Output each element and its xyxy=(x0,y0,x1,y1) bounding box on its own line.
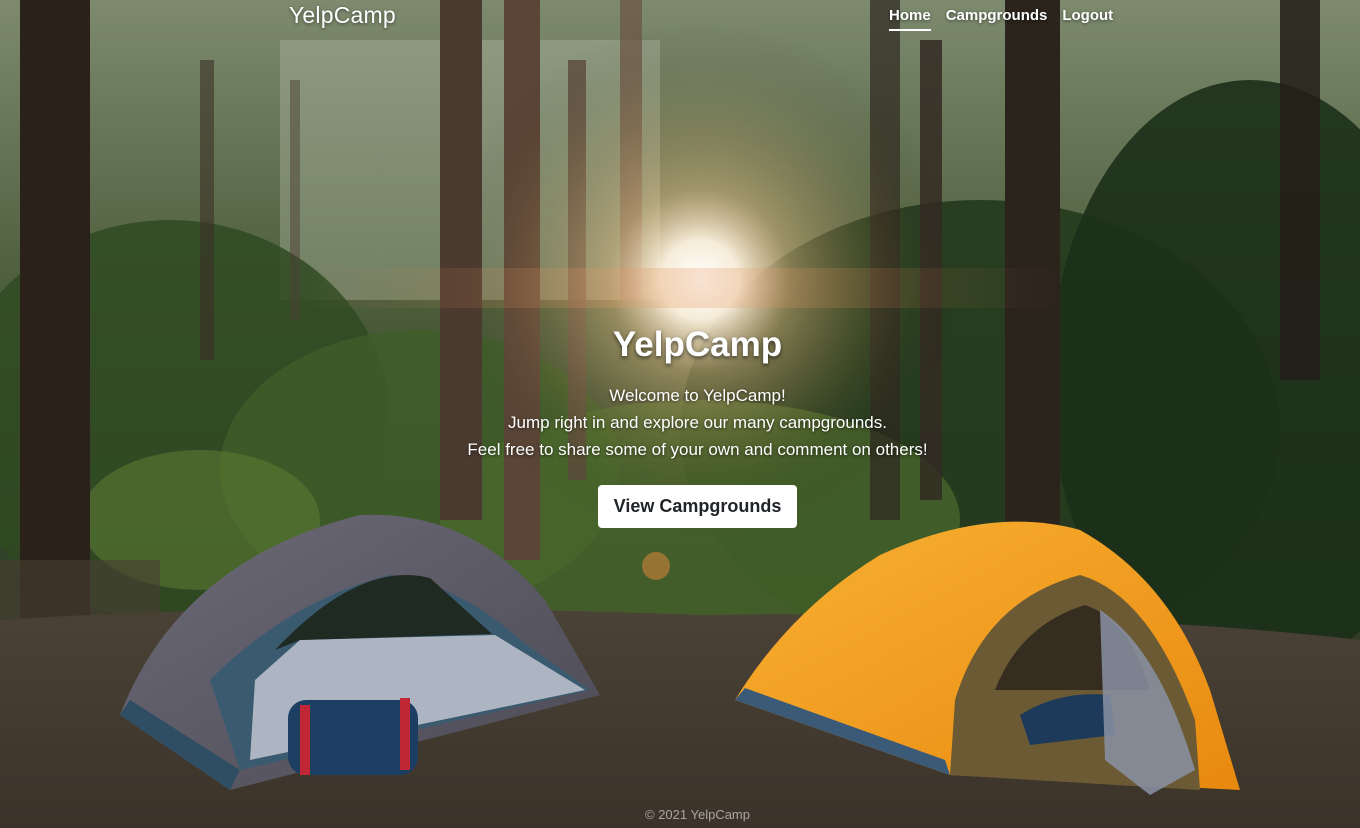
nav-link-home[interactable]: Home xyxy=(889,7,931,31)
view-campgrounds-button[interactable]: View Campgrounds xyxy=(597,485,798,528)
hero-line-welcome: Welcome to YelpCamp! xyxy=(609,386,786,405)
hero-line-share: Feel free to share some of your own and … xyxy=(467,440,928,459)
footer-copyright: © 2021 YelpCamp xyxy=(645,807,750,822)
hero-description: Welcome to YelpCamp! Jump right in and e… xyxy=(0,382,1360,463)
landing-page: YelpCamp Home Campgrounds Logout YelpCam… xyxy=(0,0,1360,828)
top-navbar: YelpCamp Home Campgrounds Logout xyxy=(0,0,1360,34)
brand-logo[interactable]: YelpCamp xyxy=(289,2,396,29)
nav-links: Home Campgrounds Logout xyxy=(889,7,1113,31)
hero-line-explore: Jump right in and explore our many campg… xyxy=(508,413,887,432)
hero-title: YelpCamp xyxy=(612,325,783,364)
nav-link-logout[interactable]: Logout xyxy=(1062,7,1113,31)
hero-section: YelpCamp Welcome to YelpCamp! Jump right… xyxy=(0,322,1360,528)
nav-link-campgrounds[interactable]: Campgrounds xyxy=(946,7,1048,31)
